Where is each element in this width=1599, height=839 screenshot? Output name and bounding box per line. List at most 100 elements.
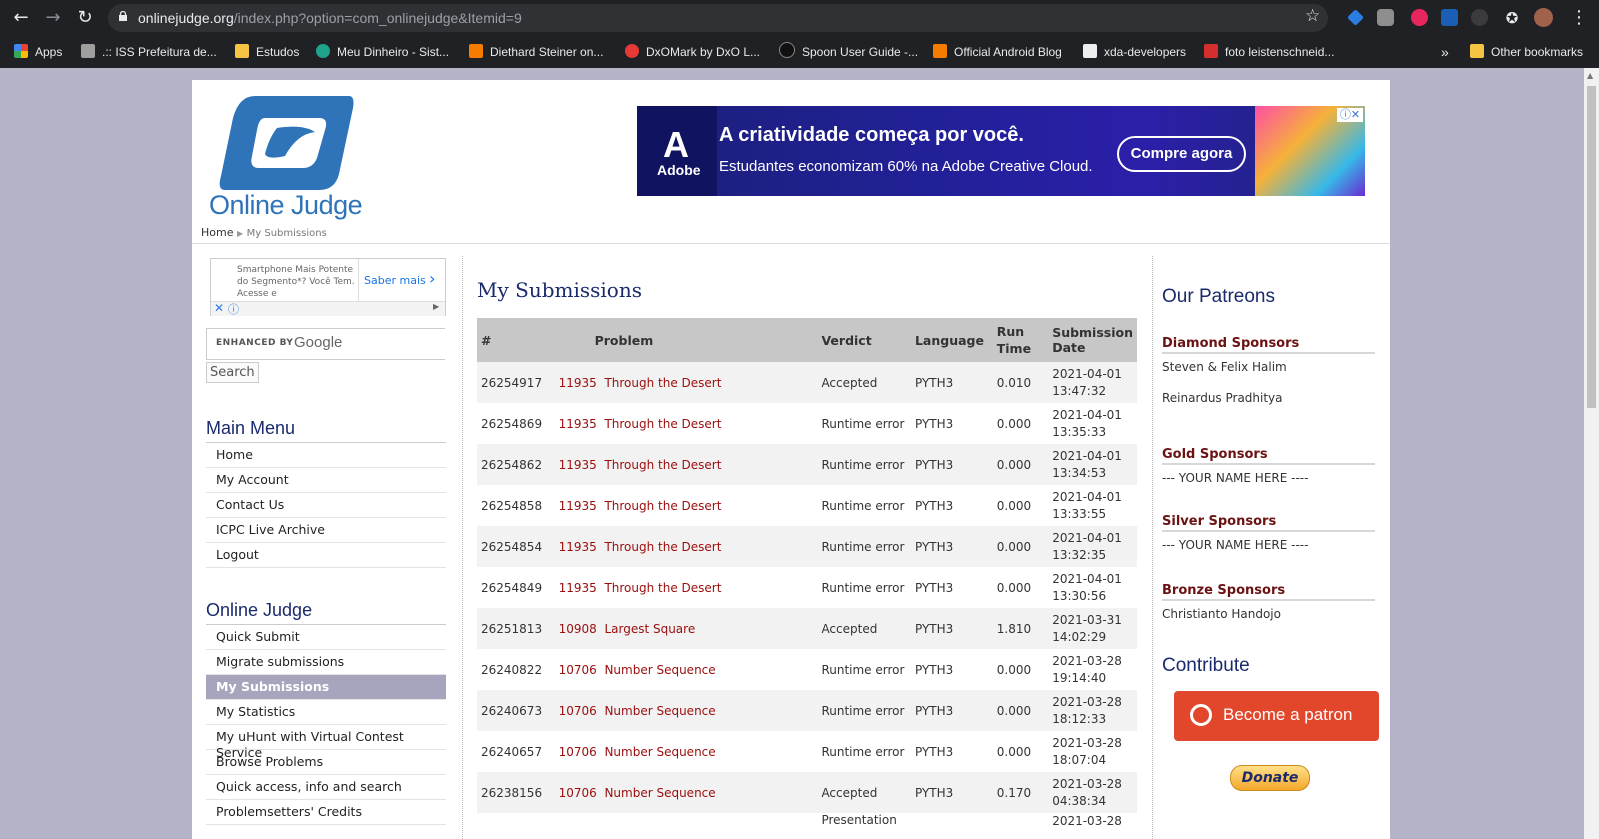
scroll-up-arrow-icon[interactable]: ▲ bbox=[1587, 71, 1593, 80]
info-icon[interactable]: ⓘ bbox=[228, 301, 239, 317]
menu-dots-icon[interactable]: ⋮ bbox=[1567, 6, 1591, 30]
menu-item-contact-us[interactable]: Contact Us bbox=[206, 493, 446, 518]
menu-item-my-submissions[interactable]: My Submissions bbox=[206, 675, 446, 700]
verdict: Runtime error bbox=[817, 444, 911, 485]
menu-item-my-account[interactable]: My Account bbox=[206, 468, 446, 493]
close-icon[interactable]: ✕ bbox=[214, 301, 224, 315]
submission-day: 2021-03-28 bbox=[1052, 814, 1122, 828]
problem-cell: 10706 Number Sequence bbox=[554, 649, 818, 690]
submission-date: 2021-03-28 18:07:04 bbox=[1048, 731, 1137, 772]
problem-number-link[interactable]: 11935 bbox=[559, 458, 597, 472]
page-container: Online Judge Home ▶ My Submissions A Ado… bbox=[192, 80, 1390, 839]
address-bar[interactable]: onlinejudge.org/index.php?option=com_onl… bbox=[108, 4, 1328, 32]
problem-name-link[interactable]: Through the Desert bbox=[604, 540, 721, 554]
bookmark-foto[interactable]: foto leistenschneid... bbox=[1204, 36, 1334, 68]
back-arrow-icon[interactable]: ← bbox=[9, 6, 33, 30]
problem-name-link[interactable]: Number Sequence bbox=[604, 704, 715, 718]
menu-item-icpc-live-archive[interactable]: ICPC Live Archive bbox=[206, 518, 446, 543]
submission-id: 26240673 bbox=[477, 690, 555, 731]
github-icon bbox=[779, 42, 795, 58]
problem-name-link[interactable]: Largest Square bbox=[604, 622, 695, 636]
table-row: 26240822 10706 Number Sequence Runtime err… bbox=[477, 649, 1137, 690]
menu-item-my-statistics[interactable]: My Statistics bbox=[206, 700, 446, 725]
problem-name-link[interactable]: Through the Desert bbox=[604, 499, 721, 513]
submission-date: 2021-04-01 13:33:55 bbox=[1048, 485, 1137, 526]
bookmark-estudos[interactable]: Estudos bbox=[235, 36, 299, 68]
url-text: onlinejudge.org/index.php?option=com_onl… bbox=[138, 4, 522, 32]
run-time: 0.000 bbox=[992, 567, 1049, 608]
problem-number-link[interactable]: 11935 bbox=[559, 417, 597, 431]
bookmark-star-icon[interactable]: ☆ bbox=[1305, 6, 1320, 26]
extension-people-icon[interactable] bbox=[1377, 9, 1394, 26]
bookmark-dxomark[interactable]: DxOMark by DxO L... bbox=[625, 36, 760, 68]
table-row: 26254917 11935 Through the Desert Accepted… bbox=[477, 362, 1137, 403]
submission-time: 18:07:04 bbox=[1052, 752, 1107, 767]
bookmark-apps[interactable]: Apps bbox=[14, 36, 62, 68]
page-title: My Submissions bbox=[477, 278, 642, 302]
search-input[interactable]: ENHANCED BY Google bbox=[206, 328, 445, 360]
problem-name-link[interactable]: Through the Desert bbox=[604, 581, 721, 595]
problem-number-link[interactable]: 10908 bbox=[559, 622, 597, 636]
breadcrumb-home[interactable]: Home bbox=[201, 226, 233, 239]
menu-item-problemsetters-credits[interactable]: Problemsetters' Credits bbox=[206, 800, 446, 825]
bookmark-other[interactable]: Other bookmarks bbox=[1470, 36, 1583, 68]
ad-banner[interactable]: A Adobe A criatividade começa por você. … bbox=[637, 106, 1365, 196]
bookmark-xda[interactable]: xda-developers bbox=[1083, 36, 1186, 68]
problem-number-link[interactable]: 11935 bbox=[559, 581, 597, 595]
problem-number-link[interactable]: 10706 bbox=[559, 745, 597, 759]
problem-name-link[interactable]: Number Sequence bbox=[604, 663, 715, 677]
site-logo[interactable]: Online Judge bbox=[207, 94, 367, 229]
scrollbar-thumb[interactable] bbox=[1587, 86, 1596, 408]
problem-number-link[interactable]: 10706 bbox=[559, 704, 597, 718]
problem-name-link[interactable]: Through the Desert bbox=[604, 458, 721, 472]
bookmark-android-blog[interactable]: Official Android Blog bbox=[933, 36, 1062, 68]
menu-item-migrate-submissions[interactable]: Migrate submissions bbox=[206, 650, 446, 675]
run-time: 0.000 bbox=[992, 444, 1049, 485]
bookmark-spoon[interactable]: Spoon User Guide -... bbox=[779, 36, 918, 68]
menu-item-home[interactable]: Home bbox=[206, 443, 446, 468]
menu-item-logout[interactable]: Logout bbox=[206, 543, 446, 568]
page-scrollbar[interactable]: ▲ bbox=[1584, 68, 1599, 839]
col-header-submission-date: Submission Date bbox=[1048, 318, 1137, 362]
reload-icon[interactable]: ↻ bbox=[73, 6, 97, 30]
problem-number-link[interactable]: 10706 bbox=[559, 786, 597, 800]
menu-item-quick-submit[interactable]: Quick Submit bbox=[206, 625, 446, 650]
submission-id: 26254854 bbox=[477, 526, 555, 567]
gold-sponsors-title: Gold Sponsors bbox=[1162, 447, 1375, 465]
search-button[interactable]: Search bbox=[206, 362, 259, 383]
problem-number-link[interactable]: 10706 bbox=[559, 663, 597, 677]
problem-number-link[interactable]: 11935 bbox=[559, 376, 597, 390]
become-patron-button[interactable]: Become a patron bbox=[1174, 691, 1379, 741]
bookmark-iss[interactable]: .:: ISS Prefeitura de... bbox=[81, 36, 217, 68]
problem-number-link[interactable]: 11935 bbox=[559, 540, 597, 554]
problem-name-link[interactable]: Number Sequence bbox=[604, 745, 715, 759]
bookmark-meu-dinheiro[interactable]: Meu Dinheiro - Sist... bbox=[316, 36, 449, 68]
bookmarks-overflow-chevron[interactable]: » bbox=[1441, 36, 1449, 68]
patreons-title: Our Patreons bbox=[1162, 286, 1275, 307]
extension-diamond-icon[interactable] bbox=[1347, 9, 1364, 26]
side-ad[interactable]: Smartphone Mais Potente do Segmento*? Vo… bbox=[210, 258, 446, 316]
menu-item-quick-access[interactable]: Quick access, info and search bbox=[206, 775, 446, 800]
run-time: 0.000 bbox=[992, 403, 1049, 444]
ad-cta-button[interactable]: Compre agora bbox=[1117, 136, 1246, 172]
problem-name-link[interactable]: Number Sequence bbox=[604, 786, 715, 800]
menu-item-uhunt[interactable]: My uHunt with Virtual Contest Service bbox=[206, 725, 446, 760]
play-arrow-icon[interactable]: ▶ bbox=[433, 302, 439, 311]
col-header-language: Language bbox=[910, 318, 993, 362]
extension-t-icon[interactable] bbox=[1411, 9, 1428, 26]
extension-m-icon[interactable] bbox=[1471, 9, 1488, 26]
problem-number-link[interactable]: 11935 bbox=[559, 499, 597, 513]
forward-arrow-icon[interactable]: → bbox=[41, 6, 65, 30]
profile-avatar-icon[interactable] bbox=[1534, 8, 1553, 27]
donate-button[interactable]: Donate bbox=[1230, 765, 1310, 791]
bookmark-diethard[interactable]: Diethard Steiner on... bbox=[469, 36, 603, 68]
problem-cell: 11935 Through the Desert bbox=[554, 567, 818, 608]
problem-name-link[interactable]: Through the Desert bbox=[604, 417, 721, 431]
problem-name-link[interactable]: Through the Desert bbox=[604, 376, 721, 390]
puzzle-extensions-icon[interactable]: ✪ bbox=[1500, 6, 1524, 30]
ad-close-icon[interactable]: ⓘ✕ bbox=[1337, 108, 1363, 122]
submission-date: 2021-04-01 13:30:56 bbox=[1048, 567, 1137, 608]
menu-item-browse-problems[interactable]: Browse Problems bbox=[206, 750, 446, 775]
side-ad-cta[interactable]: Saber mais bbox=[364, 274, 426, 287]
extension-bitwarden-icon[interactable] bbox=[1441, 9, 1458, 26]
